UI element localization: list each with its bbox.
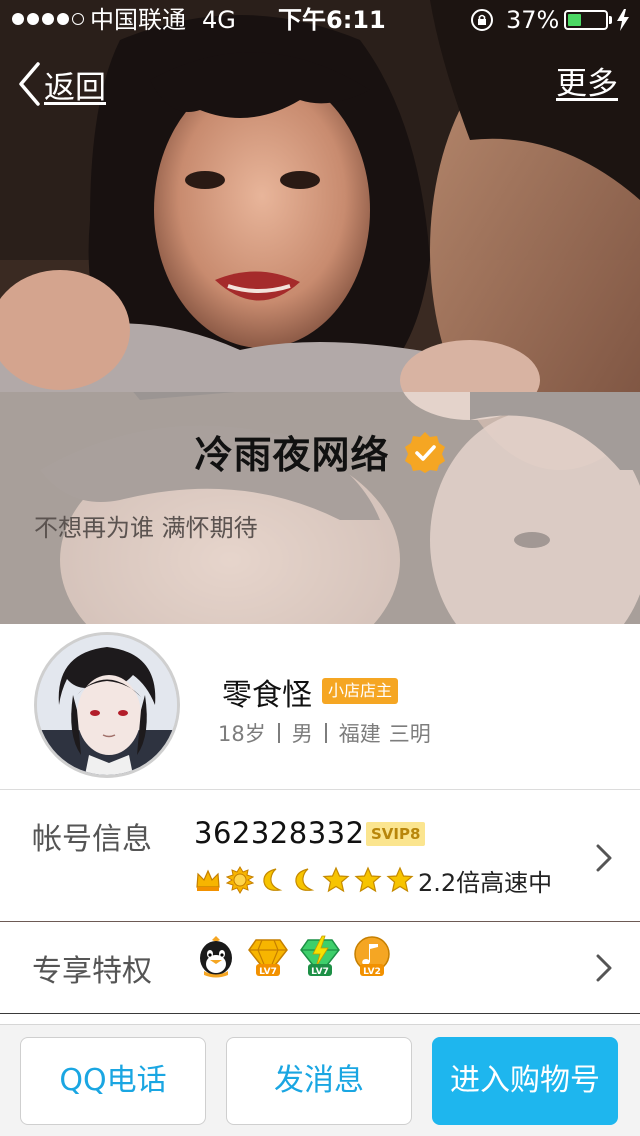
- carrier-name: 中国联通: [90, 6, 186, 34]
- battery-tip: [609, 16, 612, 24]
- signal-strength-icon: [12, 13, 84, 25]
- profile-city: 三明: [388, 722, 431, 746]
- music-icon: LV2: [354, 936, 390, 977]
- account-info-row[interactable]: 帐号信息 362328332 SVIP8 2.2倍高速中: [0, 790, 640, 922]
- yellow-diamond-level: LV7: [259, 967, 277, 977]
- cover-title: 冷雨夜网络: [0, 424, 640, 479]
- profile-gender: 男: [291, 722, 313, 746]
- back-label: 返回: [44, 69, 106, 106]
- moon-icon: [263, 868, 283, 891]
- svip-badge: SVIP8: [366, 822, 426, 846]
- qq-number: 362328332: [194, 816, 365, 850]
- battery-icon: [564, 10, 608, 30]
- profile-card[interactable]: 零食怪 小店店主 18岁 男 福建 三明: [0, 624, 640, 790]
- profile-name: 零食怪: [222, 678, 312, 713]
- back-button[interactable]: 返回: [18, 62, 106, 106]
- status-bar: 中国联通 4G 下午6:11 37%: [0, 0, 640, 40]
- avatar-image: [37, 635, 177, 775]
- nickname: 冷雨夜网络: [194, 433, 390, 477]
- battery-percent: 37%: [506, 6, 560, 34]
- clock: 下午6:11: [278, 6, 386, 34]
- battery-fill: [568, 14, 581, 26]
- star-icon: [322, 866, 350, 893]
- send-message-button[interactable]: 发消息: [226, 1037, 412, 1125]
- crown-icon: [196, 869, 220, 891]
- profile-province: 福建: [338, 722, 381, 746]
- signature-text: 不想再为谁 满怀期待: [34, 514, 258, 542]
- profile-age: 18岁: [218, 722, 266, 746]
- signal-dot: [57, 13, 69, 25]
- bottom-action-bar: QQ电话 发消息 进入购物号: [0, 1024, 640, 1136]
- star-icon: [386, 866, 414, 893]
- charging-bolt-icon: [617, 9, 629, 31]
- profile-meta: 18岁 男 福建 三明: [218, 718, 431, 748]
- privilege-icons: LV7 LV7 LV2: [196, 934, 392, 980]
- enter-shop-button[interactable]: 进入购物号: [432, 1037, 618, 1125]
- chevron-right-icon: [596, 954, 612, 982]
- privileges-row[interactable]: 专享特权 LV7 LV7 LV2: [0, 922, 640, 1014]
- star-icon: [354, 866, 382, 893]
- verified-badge-icon: [404, 431, 445, 473]
- signal-dot-empty: [72, 13, 84, 25]
- signal-dot: [12, 13, 24, 25]
- yellow-diamond-icon: LV7: [248, 939, 288, 977]
- signal-dot: [42, 13, 54, 25]
- network-type: 4G: [202, 6, 236, 34]
- divider: [324, 723, 327, 743]
- shop-owner-badge: 小店店主: [322, 678, 399, 704]
- account-info-label: 帐号信息: [32, 822, 152, 857]
- signal-dot: [27, 13, 39, 25]
- chevron-left-icon: [19, 62, 40, 106]
- qq-call-button[interactable]: QQ电话: [20, 1037, 206, 1125]
- speed-text: 2.2倍高速中: [418, 868, 553, 897]
- qq-level-icons: 2.2倍高速中: [194, 864, 553, 897]
- divider: [277, 723, 280, 743]
- rotation-lock-icon: [471, 9, 493, 31]
- avatar[interactable]: [34, 632, 180, 778]
- chevron-right-icon: [596, 844, 612, 872]
- sun-icon: [226, 866, 254, 894]
- green-diamond-icon: LV7: [300, 935, 340, 977]
- qq-penguin-icon: [200, 936, 232, 978]
- moon-icon: [295, 868, 315, 891]
- music-level: LV2: [363, 967, 381, 977]
- more-button[interactable]: 更多: [556, 62, 618, 106]
- green-diamond-level: LV7: [311, 967, 329, 977]
- profile-screen: 中国联通 4G 下午6:11 37% 返回 更多 冷雨夜网络 不想再为谁 满怀期…: [0, 0, 640, 1136]
- privileges-label: 专享特权: [32, 954, 152, 989]
